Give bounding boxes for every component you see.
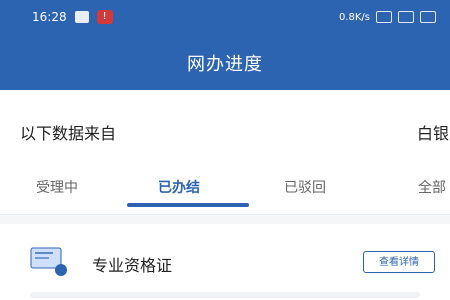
battery-icon — [420, 11, 436, 23]
data-source-value[interactable]: 白银 — [417, 120, 449, 144]
alert-badge: ! — [96, 10, 113, 24]
network-speed: 0.8K/s — [338, 11, 370, 23]
active-tab-indicator — [127, 203, 249, 207]
status-tabs: 受理中 已办结 已驳回 全部 — [0, 162, 450, 215]
card-title: 专业资格证 — [92, 256, 173, 275]
tab-processing[interactable]: 受理中 — [36, 162, 78, 214]
status-left: 16:28 ! — [32, 10, 113, 24]
data-source-label: 以下数据来自 — [20, 124, 117, 143]
info-bar: 以下数据来自 白银 — [0, 90, 450, 162]
signal-icon — [376, 11, 392, 23]
status-right: 0.8K/s — [339, 11, 436, 23]
tab-all[interactable]: 全部 — [418, 162, 446, 214]
wifi-icon — [398, 11, 414, 23]
notification-icon — [74, 11, 89, 23]
card-footer-line — [30, 292, 420, 298]
page-title: 网办进度 — [187, 54, 263, 75]
document-icon — [30, 247, 67, 276]
view-details-button[interactable]: 查看详情 — [363, 251, 435, 273]
status-bar: 16:28 ! 0.8K/s — [0, 0, 450, 40]
status-time: 16:28 — [32, 10, 67, 24]
app-header: 网办进度 — [0, 40, 450, 90]
tab-rejected[interactable]: 已驳回 — [284, 162, 326, 214]
